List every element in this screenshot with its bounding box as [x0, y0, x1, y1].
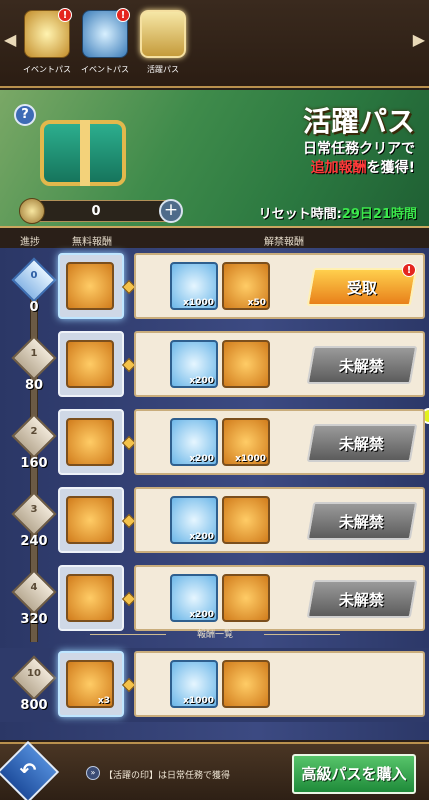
alert-badge: !: [116, 8, 130, 22]
reset-timer: リセット時間:29日21時間: [259, 203, 417, 222]
paid-reward-panel: x200 未解禁: [134, 487, 425, 553]
ticket-reward-icon[interactable]: [222, 660, 270, 708]
back-arrow-icon: ↶: [19, 758, 37, 782]
paid-reward-panel: x1000 x50 受取 !: [134, 253, 425, 319]
gold-key-reward-icon[interactable]: x50: [222, 262, 270, 310]
level-number: 0: [30, 270, 38, 281]
diamond-reward-icon[interactable]: x200: [170, 496, 218, 544]
alert-badge: !: [58, 8, 72, 22]
locked-reward-icon: [66, 574, 114, 622]
counter-value: 0: [91, 204, 101, 219]
locked-button[interactable]: 未解禁: [306, 502, 418, 540]
locked-reward-icon: [66, 496, 114, 544]
free-reward-slot[interactable]: [58, 409, 124, 475]
ticket-reward-icon[interactable]: [222, 574, 270, 622]
level-number: 3: [30, 504, 38, 515]
banner-subtitle: 日常任務クリアで 追加報酬を獲得!: [303, 140, 415, 178]
pass-tab-bar: ◀ ▶ ! イベントパス ! イベントパス 活躍パス: [0, 0, 429, 88]
reset-time: 29日21時間: [341, 207, 417, 222]
help-icon[interactable]: ?: [14, 104, 36, 126]
locked-reward-icon: x3: [66, 660, 114, 708]
banner-subtitle-line2: を獲得!: [366, 160, 415, 176]
level-number: 1: [30, 348, 38, 359]
level-number: 2: [30, 426, 38, 437]
claim-button[interactable]: 受取: [306, 268, 418, 306]
free-reward-slot[interactable]: [58, 331, 124, 397]
buy-premium-pass-button[interactable]: 高級パスを購入: [292, 754, 416, 794]
banner-title: 活躍パス: [302, 105, 415, 138]
column-paid: 解禁報酬: [264, 237, 304, 248]
column-free: 無料報酬: [72, 237, 112, 248]
reward-row: 0 0 x1000 x50 受取 !: [0, 250, 429, 324]
add-button[interactable]: +: [159, 199, 183, 223]
locked-reward-icon: [66, 340, 114, 388]
item-box-reward-icon[interactable]: [222, 496, 270, 544]
info-icon: »: [86, 766, 100, 780]
scroll-right-icon[interactable]: ▶: [413, 30, 425, 49]
tab-label: 活躍パス: [147, 65, 179, 74]
diamond-reward-icon[interactable]: x200: [170, 340, 218, 388]
activity-seal-counter: 0 +: [19, 198, 183, 224]
hint-text: 【活躍の印】は日常任務で獲得: [104, 771, 231, 781]
alert-badge: !: [402, 263, 416, 277]
banner-subtitle-line1: 日常任務クリアで: [303, 141, 415, 157]
free-reward-slot[interactable]: [58, 565, 124, 631]
locked-reward-icon: [66, 418, 114, 466]
level-number: 10: [27, 668, 41, 679]
locked-button[interactable]: 未解禁: [306, 580, 418, 618]
ticket-reward-icon[interactable]: [222, 340, 270, 388]
paid-reward-panel: x200 未解禁: [134, 331, 425, 397]
treasure-chest-icon: [40, 120, 126, 186]
reset-label: リセット時間:: [258, 207, 342, 222]
column-progress: 進捗: [20, 237, 40, 248]
reward-row: 3 240 x200 未解禁: [0, 484, 429, 558]
reward-list-divider: 報酬一覧: [0, 624, 429, 644]
paid-reward-panel: x200 未解禁: [134, 565, 425, 631]
free-reward-slot[interactable]: [58, 253, 124, 319]
scroll-left-icon[interactable]: ◀: [4, 30, 16, 49]
tab-activity-pass[interactable]: 活躍パス: [138, 6, 188, 84]
locked-button[interactable]: 未解禁: [306, 346, 418, 384]
tab-event-pass-2[interactable]: ! イベントパス: [80, 6, 130, 84]
level-number: 4: [30, 582, 38, 593]
paid-reward-panel: x200 x1000 未解禁: [134, 409, 425, 475]
tab-label: イベントパス: [23, 65, 71, 74]
scroll-reward-icon: [66, 262, 114, 310]
diamond-reward-icon[interactable]: x200: [170, 418, 218, 466]
diamond-reward-icon[interactable]: x200: [170, 574, 218, 622]
activity-pass-chest-icon: [140, 10, 186, 58]
diamond-reward-icon[interactable]: x1000: [170, 262, 218, 310]
banner-subtitle-highlight: 追加報酬: [310, 160, 367, 176]
diamond-reward-icon[interactable]: x1000: [170, 660, 218, 708]
paid-reward-panel: x1000: [134, 651, 425, 717]
locked-button[interactable]: 未解禁: [306, 424, 418, 462]
free-reward-slot[interactable]: x3: [58, 651, 124, 717]
reward-row: 2 160 x200 x1000 未解禁: [0, 406, 429, 480]
coin-pouch-reward-icon[interactable]: x1000: [222, 418, 270, 466]
footer-bar: ↶ » 【活躍の印】は日常任務で獲得 高級パスを購入: [0, 740, 429, 800]
tab-label: イベントパス: [81, 65, 129, 74]
free-reward-slot[interactable]: [58, 487, 124, 553]
reward-row: 1 80 x200 未解禁: [0, 328, 429, 402]
final-reward-row: 10 800 x3 x1000: [0, 648, 429, 722]
divider-label: 報酬一覧: [196, 630, 233, 640]
tab-event-pass-1[interactable]: ! イベントパス: [22, 6, 72, 84]
